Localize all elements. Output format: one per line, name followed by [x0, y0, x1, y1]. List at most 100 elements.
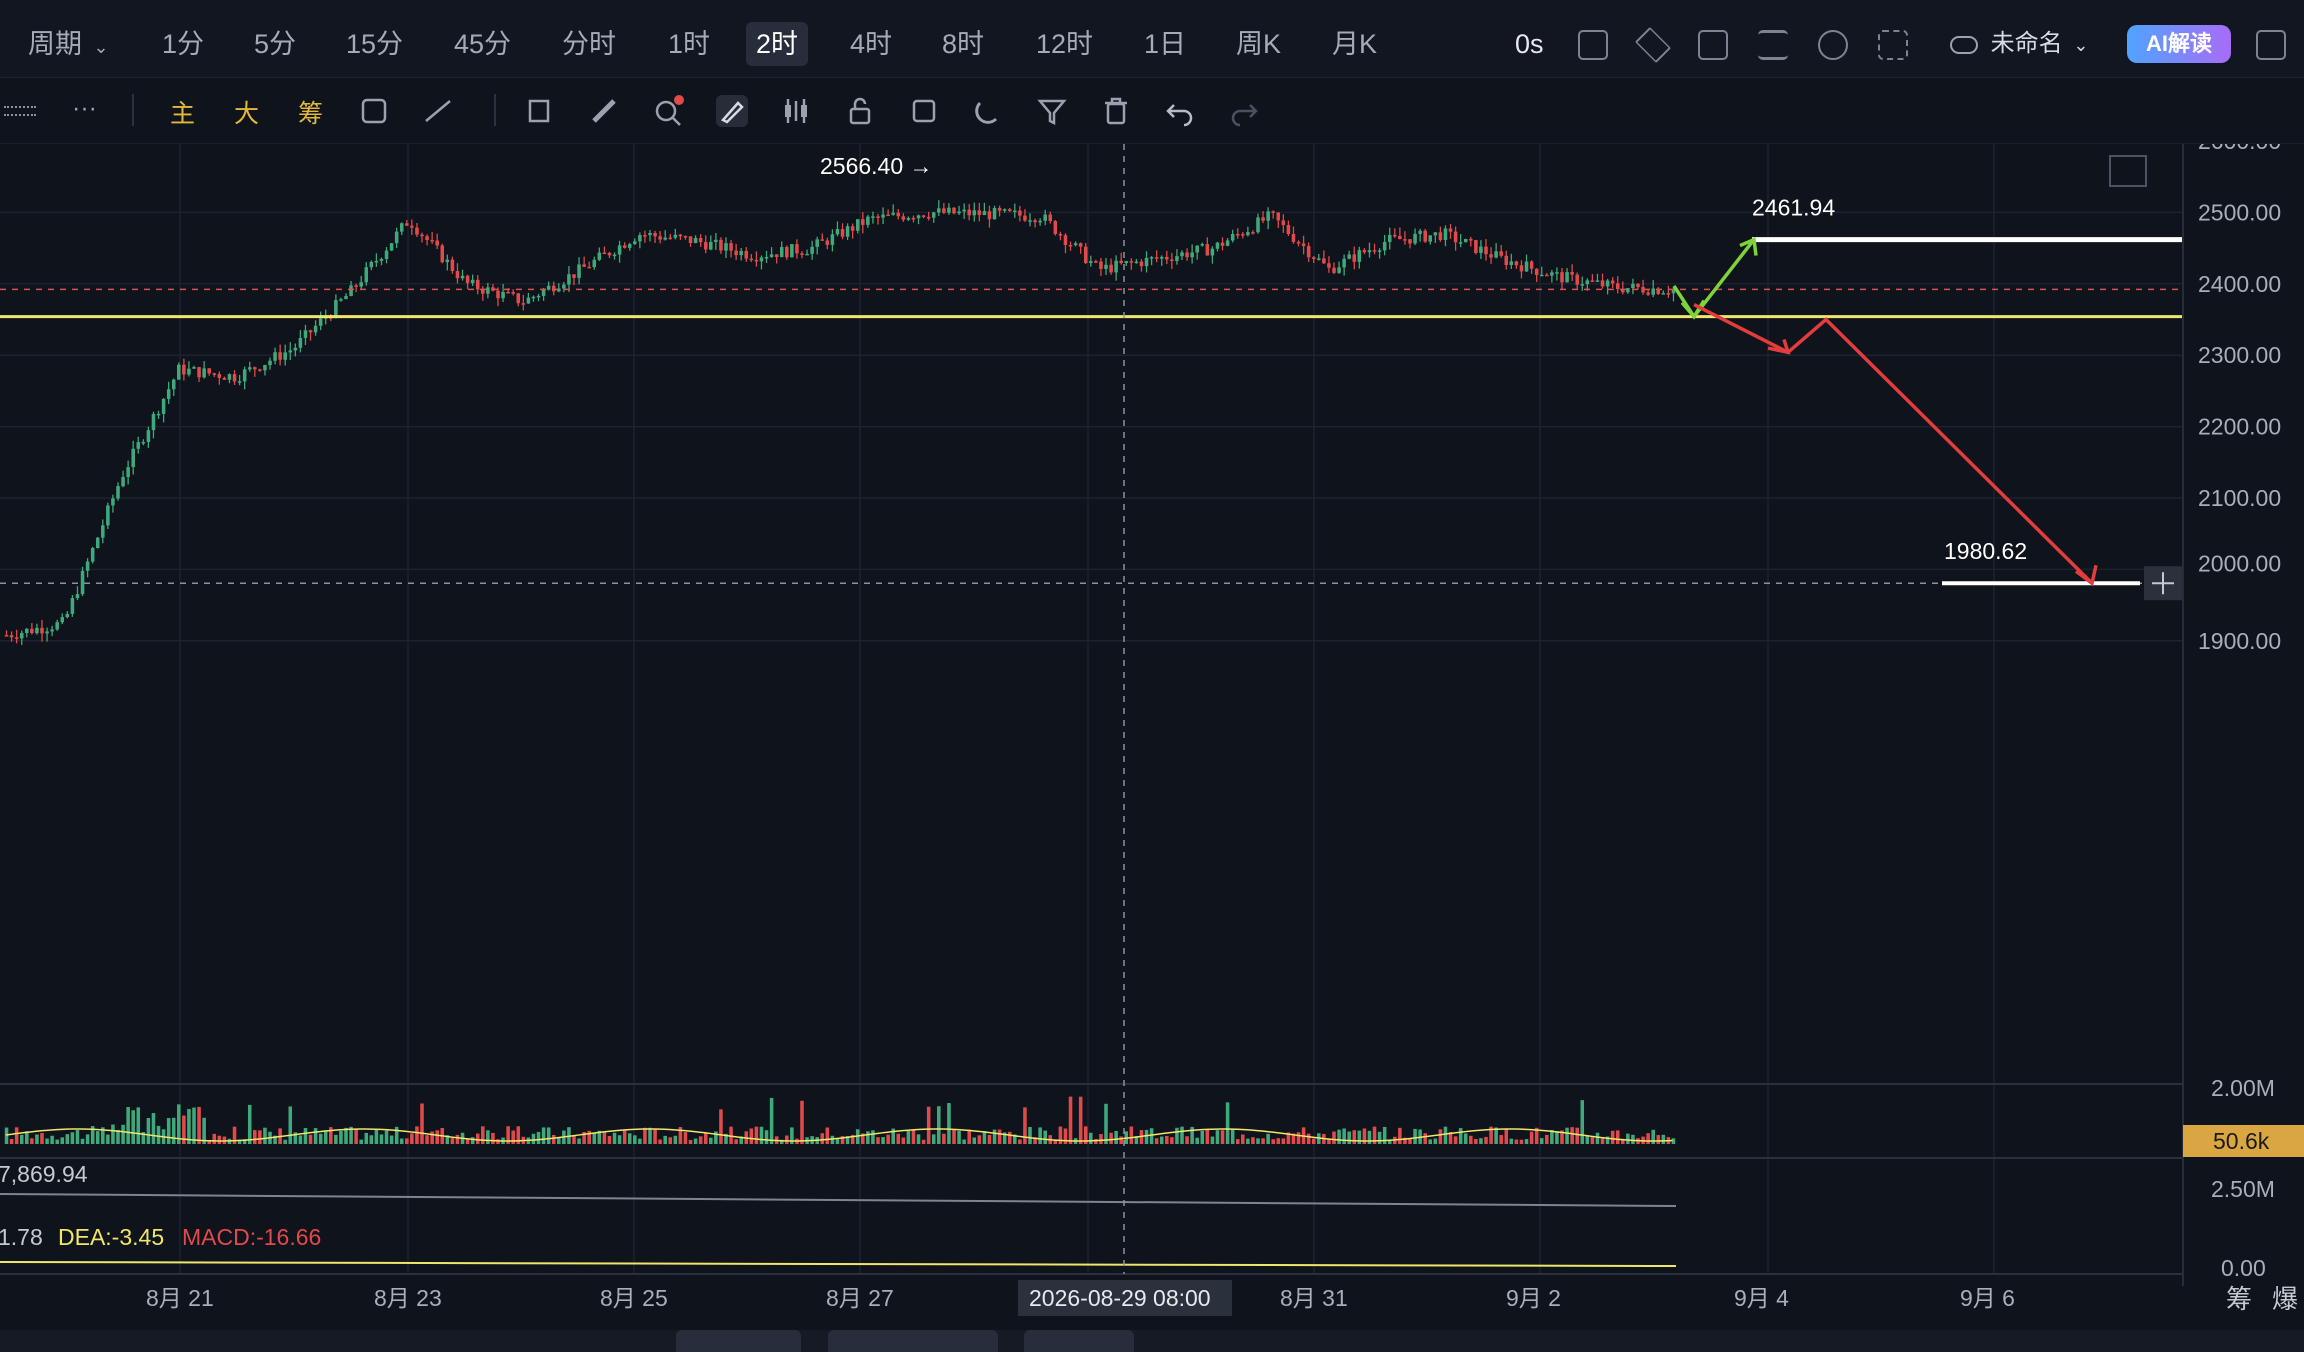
period-dropdown[interactable]: 周期 ⌄	[18, 22, 119, 66]
candle-body	[161, 398, 166, 414]
candle-body	[35, 627, 39, 634]
redo-icon[interactable]	[1228, 95, 1260, 127]
candle-body	[658, 236, 662, 240]
volume-bar	[1443, 1126, 1448, 1144]
candle-body	[1271, 211, 1275, 213]
pencil-icon[interactable]	[1634, 26, 1672, 64]
trash-icon[interactable]	[1100, 95, 1132, 127]
select-icon[interactable]	[524, 95, 556, 127]
candle-body	[187, 368, 191, 375]
volume-bar	[931, 1134, 936, 1144]
zoom-icon[interactable]	[652, 95, 684, 127]
period-1d[interactable]: 1日	[1134, 22, 1196, 66]
candle-body	[4, 635, 9, 637]
candle-body	[1013, 210, 1017, 213]
list-icon[interactable]	[1758, 30, 1788, 60]
candle-body	[1534, 268, 1539, 275]
candles-icon[interactable]	[780, 95, 812, 127]
candle-body	[1286, 225, 1291, 235]
candle-body	[90, 548, 95, 562]
candle-body	[546, 285, 551, 290]
period-2h[interactable]: 2时	[746, 22, 809, 66]
candle-body	[151, 413, 156, 431]
volume-bar	[1463, 1133, 1468, 1144]
volume-bar	[1023, 1107, 1027, 1144]
volume-bar	[1170, 1137, 1174, 1144]
ruler-dots-icon[interactable]	[4, 106, 36, 116]
volume-bar	[1529, 1131, 1534, 1144]
refresh-icon[interactable]	[358, 95, 390, 127]
corner-label-liquidation[interactable]: 爆	[2272, 1284, 2298, 1314]
share-icon[interactable]	[2256, 30, 2286, 60]
volume-bar	[263, 1127, 267, 1144]
brush-icon[interactable]	[716, 95, 748, 127]
candle-body	[1342, 258, 1346, 268]
volume-bar	[40, 1133, 44, 1144]
edit-list-icon[interactable]	[908, 95, 940, 127]
chevron-down-icon: ⌄	[2073, 35, 2089, 55]
tab-open-interest[interactable]	[828, 1330, 998, 1352]
period-month[interactable]: 月K	[1322, 22, 1387, 66]
volume-bar	[1646, 1133, 1650, 1144]
candle-body	[405, 223, 409, 226]
period-8h[interactable]: 8时	[932, 22, 994, 66]
more-button[interactable]: ···	[72, 94, 97, 123]
undo-icon[interactable]	[1164, 95, 1196, 127]
volume-bar	[450, 1138, 455, 1144]
period-1h[interactable]: 1时	[658, 22, 720, 66]
volume-bar	[1306, 1133, 1311, 1144]
candle-body	[1519, 265, 1524, 272]
candle-body	[1626, 288, 1630, 293]
candle-body	[440, 245, 445, 263]
settings-icon[interactable]	[1818, 30, 1848, 60]
tab-volume[interactable]	[676, 1330, 801, 1352]
corner-label-chip[interactable]: 筹	[2226, 1284, 2252, 1314]
period-week[interactable]: 周K	[1226, 22, 1291, 66]
expand-icon[interactable]	[2109, 155, 2147, 187]
unlock-icon[interactable]	[844, 95, 876, 127]
volume-bar	[1190, 1126, 1194, 1144]
main-indicator-button[interactable]: 主	[170, 94, 195, 130]
period-4h[interactable]: 4时	[840, 22, 902, 66]
period-15m[interactable]: 15分	[336, 22, 413, 66]
candle-body	[724, 243, 728, 251]
trend-tool-icon[interactable]	[422, 95, 454, 127]
volume-bar	[425, 1135, 429, 1144]
candle-body	[1570, 272, 1574, 275]
magnet-icon[interactable]	[972, 95, 1004, 127]
candlestick-chart[interactable]: 2461.941980.622566.40 →2392.112354.05198…	[0, 144, 2304, 1330]
candle-body	[1083, 246, 1088, 264]
candle-body	[1600, 280, 1605, 287]
volume-bar	[1357, 1130, 1362, 1144]
max-price-label: 2566.40 →	[820, 153, 933, 179]
period-12h[interactable]: 12时	[1026, 22, 1103, 66]
ai-analysis-button[interactable]: AI解读	[2127, 25, 2231, 63]
volume-bar	[1200, 1130, 1205, 1144]
volume-bar	[14, 1127, 19, 1144]
candle-body	[1195, 245, 1199, 253]
chip-button[interactable]: 筹	[298, 94, 323, 130]
candle-body	[582, 264, 586, 267]
tab-macd[interactable]	[1024, 1330, 1134, 1352]
candle-body	[192, 367, 196, 369]
candle-body	[258, 369, 262, 371]
layout-selector[interactable]: 未命名 ⌄	[1950, 22, 2088, 66]
period-timeshare[interactable]: 分时	[552, 22, 626, 66]
window-icon[interactable]	[1698, 30, 1728, 60]
big-order-button[interactable]: 大	[234, 94, 259, 130]
period-1m[interactable]: 1分	[152, 22, 214, 66]
volume-bar	[45, 1138, 49, 1144]
candle-body	[911, 217, 916, 220]
period-45m[interactable]: 45分	[444, 22, 521, 66]
filter-icon[interactable]	[1036, 95, 1068, 127]
ruler-icon[interactable]	[588, 95, 620, 127]
volume-bar	[703, 1133, 708, 1144]
chevron-down-icon: ⌄	[93, 37, 109, 57]
candle-body	[693, 237, 698, 244]
period-5m[interactable]: 5分	[244, 22, 306, 66]
candle-body	[1311, 257, 1316, 259]
candle-body	[855, 219, 860, 231]
camera-icon[interactable]	[1578, 30, 1608, 60]
volume-bar	[344, 1127, 348, 1144]
fullscreen-icon[interactable]	[1878, 30, 1908, 60]
